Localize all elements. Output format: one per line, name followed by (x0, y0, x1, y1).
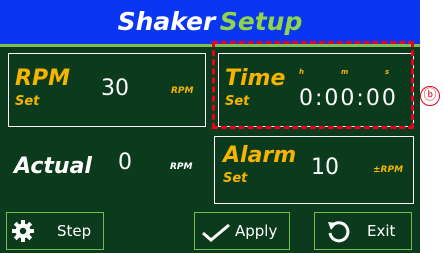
exit-button-label: Exit (367, 222, 396, 240)
alarm-set-value: 10 (311, 155, 339, 180)
title-bar: Shaker Setup (0, 0, 420, 44)
actual-label: Actual (14, 154, 92, 179)
rpm-unit: RPM (171, 86, 194, 96)
gear-icon (12, 220, 34, 242)
step-button-label: Step (57, 222, 92, 240)
apply-button[interactable]: Apply (194, 212, 290, 250)
apply-button-label: Apply (235, 222, 278, 240)
alarm-label: Alarm (223, 143, 297, 168)
undo-arrow-icon (328, 221, 350, 243)
alarm-unit: ±RPM (373, 165, 404, 175)
alarm-set-panel[interactable]: Alarm Set 10 ±RPM (214, 136, 414, 204)
rpm-set-panel[interactable]: RPM Set 30 RPM (8, 53, 206, 127)
actual-rpm-unit: RPM (170, 162, 193, 172)
rpm-label: RPM (15, 66, 70, 91)
rpm-set-value: 30 (101, 76, 129, 101)
exit-button[interactable]: Exit (314, 212, 412, 250)
title-shaker: Shaker (117, 7, 216, 36)
rpm-set-label: Set (15, 94, 40, 109)
callout-b: ⓑ (420, 86, 440, 106)
step-button[interactable]: Step (6, 212, 104, 250)
checkmark-icon (202, 223, 230, 242)
title-setup: Setup (219, 7, 303, 36)
actual-rpm-value: 0 (118, 150, 132, 175)
time-panel-highlight (212, 41, 414, 129)
alarm-set-label: Set (223, 171, 248, 186)
